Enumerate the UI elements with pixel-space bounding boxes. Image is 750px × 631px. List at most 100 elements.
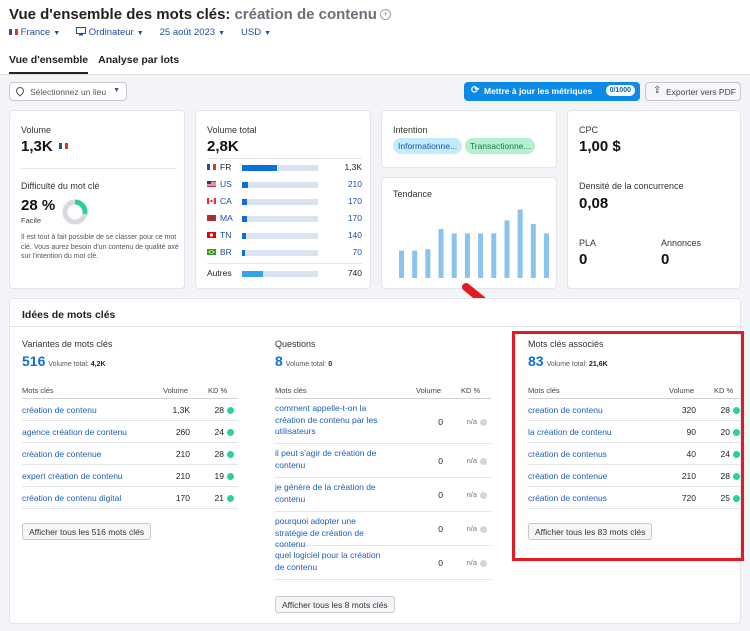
keyword-volume: 0 [438,524,443,534]
device-label: Ordinateur [88,27,134,38]
show-all-variants-button[interactable]: Afficher tous les 516 mots clés [22,523,152,540]
keyword-difficulty: n/a [466,456,477,465]
cpc-label: CPC [579,125,599,135]
difficulty-description: Il est tout à fait possible de se classe… [21,234,179,260]
difficulty-dot-icon [227,495,234,502]
intent-pill-informational[interactable]: Informationne... [393,138,463,154]
update-metrics-button[interactable]: ⟳ Mettre à jour les métriques 0/1000 [464,82,640,101]
volume-bar-track [242,165,318,171]
country-code[interactable]: BR [220,247,232,257]
table-row: il peut s'agir de création de contenu 0 n/… [275,444,491,478]
trend-bar [504,220,510,278]
intent-pill-transactional[interactable]: Transactionne... [464,138,536,154]
trend-bar [425,249,431,278]
trend-label: Tendance [393,189,433,199]
keyword-volume: 1,3K [172,405,191,415]
show-all-questions-button[interactable]: Afficher tous les 8 mots clés [275,596,395,613]
device-filter[interactable]: Ordinateur ▼ [76,27,144,38]
questions-count[interactable]: 8 [275,353,283,369]
flag-br-icon [207,249,216,255]
refresh-icon: ⟳ [471,85,480,96]
difficulty-dot-icon [227,451,234,458]
trend-bar [451,233,457,278]
difficulty-dot-icon [480,526,487,533]
country-volume[interactable]: 140 [348,230,362,240]
keyword-link[interactable]: création de contenu [22,405,152,417]
keyword-link[interactable]: je génère de la création de contenu [275,482,387,505]
header-kd: KD % [461,386,481,395]
keyword-link[interactable]: il peut s'agir de création de contenu [275,448,387,471]
country-row-ca: CA 170 [207,196,362,208]
flag-fr-icon [207,164,216,170]
volume-bar-track [242,216,318,222]
country-row-fr: FR 1,3K [207,162,362,174]
country-volume[interactable]: 210 [348,179,362,189]
country-volume[interactable]: 70 [353,247,362,257]
export-pdf-button[interactable]: ⇪ Exporter vers PDF [645,82,741,101]
ads-label: Annonces [661,238,702,248]
location-select[interactable]: Sélectionnez un lieu ▼ [9,82,127,101]
date-filter[interactable]: 25 août 2023 ▼ [160,27,225,38]
keyword-link[interactable]: création de contenue [22,449,152,461]
total-volume-label: Volume total [207,125,257,135]
variants-count[interactable]: 516 [22,353,45,369]
divider [10,326,742,327]
difficulty-dot-icon [227,473,234,480]
tab-batch-analysis[interactable]: Analyse par lots [98,54,179,74]
chevron-down-icon: ▼ [136,30,144,37]
volume-number: 1,3K [21,138,53,155]
location-pin-icon [14,85,26,97]
trend-bar [544,233,549,278]
keyword-volume: 210 [175,471,190,481]
volume-total-value: 4,2K [90,361,106,368]
questions-title: Questions [275,339,316,349]
table-row: agence création de contenu 260 24 [22,421,238,443]
total-volume-value: 2,8K [207,138,239,155]
desktop-icon [76,27,87,36]
trend-chart [399,209,549,278]
difficulty-dot-icon [480,419,487,426]
add-icon[interactable]: + [379,9,391,20]
page-header: Vue d'ensemble des mots clés: création de… [0,0,750,75]
country-volume[interactable]: 170 [348,213,362,223]
country-filter[interactable]: France ▼ [9,27,60,38]
intent-card: Intention Informationne... Transactionne… [381,110,557,168]
keyword-volume: 0 [438,417,443,427]
keyword-link[interactable]: comment appelle-t-on la création de cont… [275,403,387,438]
keyword-volume: 210 [175,449,190,459]
volume-bar-fill [242,271,263,277]
country-code[interactable]: CA [220,196,232,206]
trend-bar [530,224,536,278]
keyword-link[interactable]: agence création de contenu [22,427,152,439]
keyword-difficulty: 24 [214,427,224,437]
difficulty-value: 28 % [21,197,56,214]
keyword-link[interactable]: quel logiciel pour la création de conten… [275,550,387,573]
keyword-volume: 0 [438,558,443,568]
keyword-difficulty: n/a [466,490,477,499]
country-volume[interactable]: 170 [348,196,362,206]
country-code[interactable]: MA [220,213,233,223]
chevron-down-icon: ▼ [218,30,226,37]
difficulty-label: Difficulté du mot clé [21,181,100,191]
country-volume: 1,3K [344,162,363,172]
volume-bar-track [242,271,318,277]
trend-card: Tendance [381,177,557,289]
tab-overview[interactable]: Vue d'ensemble [9,54,89,74]
total-volume-card: Volume total 2,8K FR 1,3K US 210 CA 170 … [195,110,371,289]
trend-bar [399,250,404,278]
country-row-br: BR 70 [207,247,362,259]
keyword-difficulty: n/a [466,524,477,533]
difficulty-dot-icon [227,429,234,436]
currency-filter[interactable]: USD ▼ [241,27,271,38]
country-code[interactable]: TN [220,230,231,240]
country-code[interactable]: US [220,179,232,189]
trend-bar [491,233,497,278]
keyword-link[interactable]: création de contenu digital [22,493,152,505]
title-keyword: création de contenu [234,6,377,23]
keyword-link[interactable]: expert création de contenu [22,471,152,483]
pla-value: 0 [579,251,588,268]
country-row-tn: TN 140 [207,230,362,242]
volume-total-label: Volume total: [285,361,327,368]
tab-bar: Vue d'ensemble Analyse par lots [9,54,179,74]
keyword-difficulty: 21 [214,493,224,503]
